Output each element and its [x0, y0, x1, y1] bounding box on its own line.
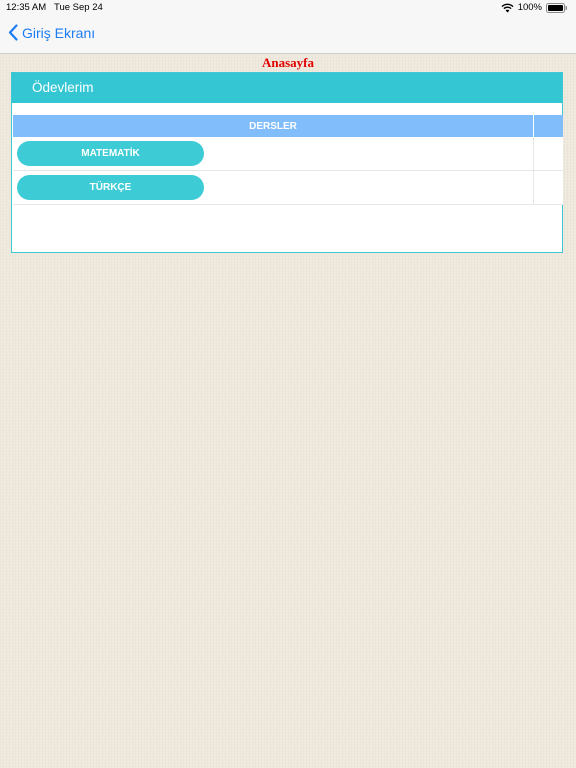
status-date: Tue Sep 24: [54, 2, 103, 13]
status-bar: 12:35 AM Tue Sep 24 100%: [0, 0, 576, 16]
back-button-label: Giriş Ekranı: [22, 24, 96, 41]
column-divider: [533, 115, 534, 137]
table-header: DERSLER: [13, 115, 563, 137]
status-indicators: 100%: [501, 2, 568, 13]
panel-header: Ödevlerim: [12, 73, 562, 103]
homework-panel: Ödevlerim DERSLER MATEMATİK TÜRKÇE: [11, 72, 563, 253]
page-title: Anasayfa: [261, 55, 314, 70]
battery-icon: [546, 2, 568, 13]
status-time: 12:35 AM: [6, 2, 47, 13]
subject-button-matematik[interactable]: MATEMATİK: [17, 141, 204, 166]
chevron-left-icon: [8, 24, 18, 41]
table-row: MATEMATİK: [13, 137, 563, 171]
column-divider: [533, 171, 534, 204]
column-divider: [533, 137, 534, 170]
subject-button-turkce[interactable]: TÜRKÇE: [17, 175, 204, 200]
subjects-table: DERSLER MATEMATİK TÜRKÇE: [13, 115, 563, 205]
navigation-bar: Giriş Ekranı: [0, 16, 576, 54]
table-row: TÜRKÇE: [13, 171, 563, 205]
wifi-icon: [501, 3, 514, 13]
back-button[interactable]: Giriş Ekranı: [8, 24, 95, 41]
panel-title: Ödevlerim: [32, 80, 94, 95]
column-header-dersler: DERSLER: [249, 121, 297, 132]
battery-percent: 100%: [517, 2, 542, 13]
